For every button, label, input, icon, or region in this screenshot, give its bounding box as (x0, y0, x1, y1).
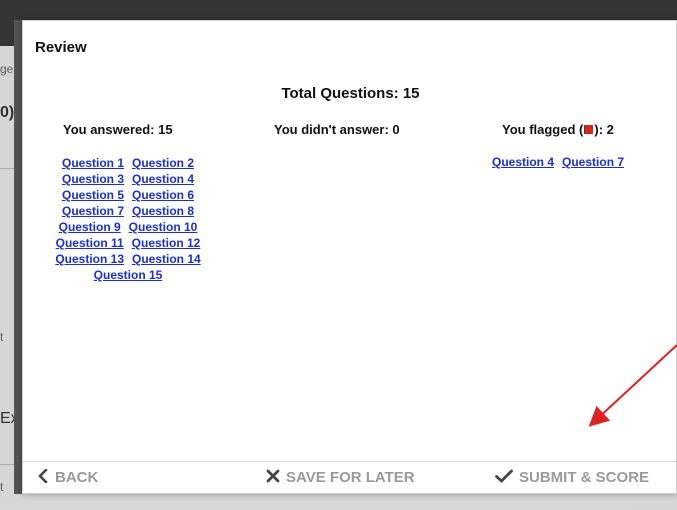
question-link[interactable]: Question 5 (62, 187, 124, 203)
question-link[interactable]: Question 4 (132, 171, 194, 187)
question-row: Question 7 Question 8 (43, 203, 213, 219)
answered-question-list: Question 1 Question 2 Question 3 Questio… (43, 155, 213, 283)
question-link[interactable]: Question 15 (94, 267, 163, 283)
question-row: Question 13 Question 14 (43, 251, 213, 267)
question-row: Question 5 Question 6 (43, 187, 213, 203)
question-link[interactable]: Question 7 (62, 203, 124, 219)
save-label: SAVE FOR LATER (286, 469, 415, 486)
save-for-later-button[interactable]: SAVE FOR LATER (266, 468, 415, 488)
flagged-question-list: Question 4 Question 7 (492, 155, 624, 169)
dialog-footer: BACK SAVE FOR LATER SUBMIT & SCORE (23, 461, 677, 493)
question-link[interactable]: Question 12 (132, 235, 201, 251)
flag-icon (584, 125, 594, 134)
question-row: Question 15 (43, 267, 213, 283)
question-link[interactable]: Question 11 (56, 235, 124, 251)
flagged-question-link[interactable]: Question 7 (562, 155, 624, 169)
question-link[interactable]: Question 14 (132, 251, 201, 267)
flagged-label-after: ): 2 (594, 122, 614, 137)
flagged-question-link[interactable]: Question 4 (492, 155, 554, 169)
unanswered-count: You didn't answer: 0 (274, 122, 400, 137)
question-link[interactable]: Question 6 (132, 187, 194, 203)
dialog-title: Review (35, 39, 87, 56)
submit-and-score-button[interactable]: SUBMIT & SCORE (495, 468, 649, 488)
question-link[interactable]: Question 1 (62, 155, 124, 171)
checkmark-icon (495, 468, 513, 488)
back-button[interactable]: BACK (37, 468, 98, 488)
question-row: Question 3 Question 4 (43, 171, 213, 187)
total-questions: Total Questions: 15 (281, 85, 420, 102)
back-label: BACK (55, 469, 99, 486)
question-row: Question 1 Question 2 (43, 155, 213, 171)
review-dialog: Review Total Questions: 15 You answered:… (22, 20, 677, 494)
question-link[interactable]: Question 13 (55, 251, 124, 267)
question-link[interactable]: Question 3 (62, 171, 124, 187)
submit-label: SUBMIT & SCORE (519, 469, 650, 486)
x-icon (266, 468, 280, 488)
question-row: Question 11 Question 12 (43, 235, 213, 251)
chevron-left-icon (37, 468, 49, 488)
flagged-label-before: You flagged ( (502, 122, 584, 137)
question-link[interactable]: Question 2 (132, 155, 194, 171)
question-link[interactable]: Question 8 (132, 203, 194, 219)
question-link[interactable]: Question 9 (59, 219, 121, 235)
question-link[interactable]: Question 10 (129, 219, 198, 235)
flagged-count: You flagged ( ): 2 (502, 122, 614, 137)
question-row: Question 9 Question 10 (43, 219, 213, 235)
answered-count: You answered: 15 (63, 122, 173, 137)
